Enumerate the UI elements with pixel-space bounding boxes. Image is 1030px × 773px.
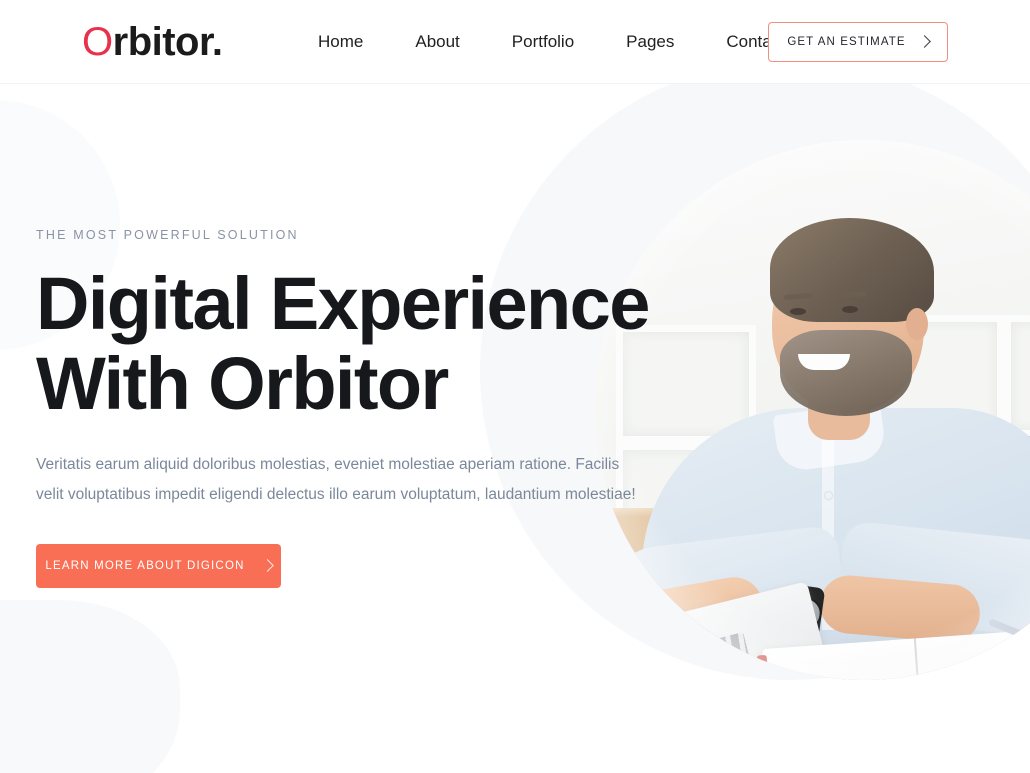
shirt-button <box>825 492 832 499</box>
site-header: Orbitor. Home About Portfolio Pages Cont… <box>0 0 1030 84</box>
site-logo[interactable]: Orbitor. <box>82 18 223 66</box>
nav-item-portfolio[interactable]: Portfolio <box>512 30 574 54</box>
shelf-unit <box>1004 315 1030 437</box>
person-beard <box>780 330 912 416</box>
logo-text: rbitor. <box>112 20 223 64</box>
person-eye <box>842 306 858 313</box>
main-navigation: Home About Portfolio Pages Contact <box>318 30 785 54</box>
learn-more-label: LEARN MORE ABOUT DIGICON <box>45 560 245 572</box>
notebook-fold <box>913 638 925 680</box>
hero-title: Digital Experience With Orbitor <box>36 262 650 425</box>
nav-item-home[interactable]: Home <box>318 30 363 54</box>
logo-accent-letter: O <box>82 20 113 64</box>
landing-page: Orbitor. Home About Portfolio Pages Cont… <box>0 0 1030 773</box>
person-ear <box>906 308 928 340</box>
get-an-estimate-button[interactable]: GET AN ESTIMATE <box>768 22 948 62</box>
nav-item-about[interactable]: About <box>415 30 459 54</box>
hero-paragraph: Veritatis earum aliquid doloribus molest… <box>36 456 636 503</box>
chevron-right-icon <box>260 559 274 572</box>
chevron-right-icon <box>917 35 931 48</box>
get-an-estimate-label: GET AN ESTIMATE <box>787 36 906 48</box>
person-eye <box>790 308 806 315</box>
hero-eyebrow: THE MOST POWERFUL SOLUTION <box>36 228 299 242</box>
learn-more-button[interactable]: LEARN MORE ABOUT DIGICON <box>36 544 281 588</box>
laptop-keyboard <box>594 632 754 680</box>
background-blob-bottom-left <box>0 600 180 773</box>
person-smile <box>798 354 850 370</box>
hero-content: THE MOST POWERFUL SOLUTION Digital Exper… <box>36 228 676 588</box>
nav-item-pages[interactable]: Pages <box>626 30 674 54</box>
